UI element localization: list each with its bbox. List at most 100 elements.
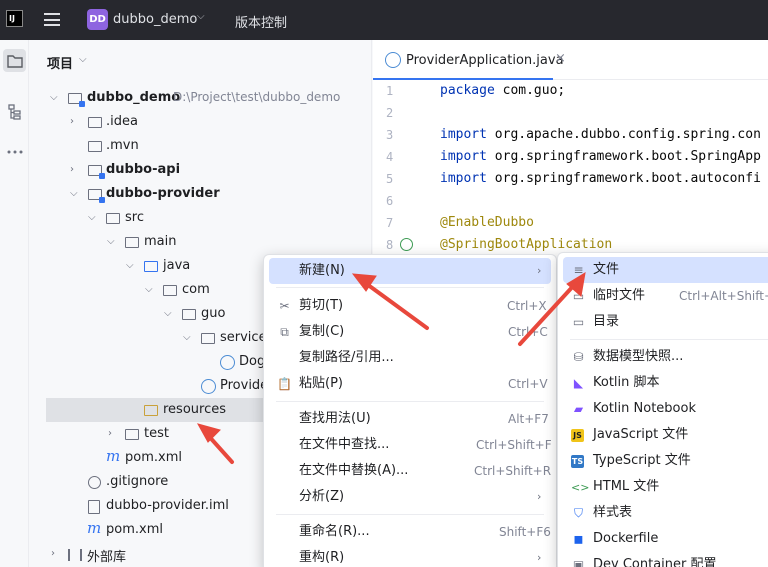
menu-item-new[interactable]: 新建(N) › <box>269 258 551 284</box>
package-icon <box>163 285 177 296</box>
menu-item-find-usages[interactable]: 查找用法(U) Alt+F7 <box>269 406 551 432</box>
menu-item-copy[interactable]: ⧉ 复制(C) Ctrl+C <box>269 319 551 345</box>
chevron-down-icon[interactable]: ⌵ <box>126 260 134 271</box>
menu-item-label: Dev Container 配置 <box>593 557 717 567</box>
spring-run-gutter-icon[interactable] <box>400 238 413 251</box>
menu-item-replace-in-files[interactable]: 在文件中替换(A)... Ctrl+Shift+R <box>269 458 551 484</box>
submenu-item-kotlin-notebook[interactable]: ▰ Kotlin Notebook <box>563 396 768 422</box>
tab-provider-application[interactable]: ProviderApplication.java <box>373 40 564 80</box>
tree-item-label[interactable]: dubbo-provider <box>106 186 220 201</box>
line-number: 2 <box>386 106 394 120</box>
tree-row-selected[interactable] <box>46 398 276 422</box>
tree-item-label[interactable]: resources <box>163 402 226 417</box>
menu-item-label: 分析(Z) <box>299 489 345 504</box>
chevron-down-icon[interactable]: ⌵ <box>197 11 205 22</box>
tree-item-label[interactable]: Dog <box>239 354 265 369</box>
chevron-down-icon[interactable]: ⌵ <box>50 92 58 103</box>
chevron-right-icon[interactable]: › <box>70 116 74 127</box>
menu-item-label: JavaScript 文件 <box>593 427 689 442</box>
submenu-item-file[interactable]: ≡ 文件 <box>563 257 768 283</box>
tree-item-label[interactable]: com <box>182 282 210 297</box>
tree-item-label[interactable]: service <box>220 330 267 345</box>
line-number: 4 <box>386 150 394 164</box>
submenu-item-directory[interactable]: ▭ 目录 <box>563 309 768 335</box>
close-icon[interactable]: × <box>555 51 566 66</box>
menu-item-analyze[interactable]: 分析(Z) › <box>269 484 551 510</box>
submenu-item-data-model[interactable]: ⛁ 数据模型快照... <box>563 344 768 370</box>
tree-item-label[interactable]: src <box>125 210 144 225</box>
class-icon <box>220 355 235 370</box>
vcs-menu[interactable]: 版本控制 <box>235 12 287 31</box>
line-number: 7 <box>386 216 394 230</box>
more-icon[interactable] <box>3 140 26 163</box>
chevron-right-icon[interactable]: › <box>108 428 112 439</box>
panel-title: 项目 <box>47 57 74 72</box>
chevron-right-icon[interactable]: › <box>51 548 55 559</box>
chevron-right-icon: › <box>537 264 542 277</box>
menu-item-label: 粘贴(P) <box>299 376 343 391</box>
menu-item-copy-path[interactable]: 复制路径/引用... <box>269 345 551 371</box>
submenu-item-dev-container[interactable]: ▣ Dev Container 配置 <box>563 552 768 567</box>
menu-item-find-in-files[interactable]: 在文件中查找... Ctrl+Shift+F <box>269 432 552 458</box>
tree-item-label[interactable]: java <box>163 258 190 273</box>
submenu-item-html[interactable]: <> HTML 文件 <box>563 474 768 500</box>
menu-item-paste[interactable]: 📋 粘贴(P) Ctrl+V <box>269 371 551 397</box>
code-line[interactable]: @SpringBootApplication <box>440 237 612 252</box>
tree-item-label[interactable]: guo <box>201 306 225 321</box>
tree-item-label[interactable]: .idea <box>106 114 138 129</box>
folder-icon <box>125 237 139 248</box>
tree-item-label[interactable]: .gitignore <box>106 474 168 489</box>
tree-item-label[interactable]: dubbo-provider.iml <box>106 498 229 513</box>
submenu-item-kotlin-script[interactable]: ◣ Kotlin 脚本 <box>563 370 768 396</box>
submenu-item-dockerfile[interactable]: ◼ Dockerfile <box>563 526 768 552</box>
code-line[interactable]: @EnableDubbo <box>440 215 534 230</box>
main-menu-icon[interactable] <box>44 13 60 26</box>
submenu-item-stylesheet[interactable]: ⛉ 样式表 <box>563 500 768 526</box>
tree-item-label[interactable]: main <box>144 234 176 249</box>
resources-folder-icon <box>144 405 158 416</box>
chevron-down-icon[interactable]: ⌵ <box>164 308 172 319</box>
project-name[interactable]: dubbo_demo <box>113 12 197 27</box>
code-token: @EnableDubbo <box>440 215 534 230</box>
project-folder-icon[interactable] <box>3 49 26 72</box>
menu-item-label: 重构(R) <box>299 550 345 565</box>
menu-item-cut[interactable]: ✂ 剪切(T) Ctrl+X <box>269 293 551 319</box>
chevron-down-icon[interactable]: ⌵ <box>183 332 191 343</box>
chevron-down-icon[interactable]: ⌵ <box>88 212 96 223</box>
chevron-right-icon: › <box>537 490 542 503</box>
chevron-down-icon[interactable]: ⌵ <box>107 236 115 247</box>
code-line[interactable]: package com.guo; <box>440 83 565 98</box>
context-menu: 新建(N) › ✂ 剪切(T) Ctrl+X ⧉ 复制(C) Ctrl+C 复制… <box>263 254 557 567</box>
tree-item-label[interactable]: .mvn <box>106 138 139 153</box>
code-line[interactable]: import org.springframework.boot.autoconf… <box>440 171 761 186</box>
menu-item-refactor[interactable]: 重构(R) › <box>269 545 551 567</box>
database-icon: ⛁ <box>573 350 584 364</box>
project-badge[interactable]: DD <box>87 9 108 30</box>
tree-item-label[interactable]: Provide <box>220 378 268 393</box>
tree-item-label[interactable]: 外部库 <box>87 546 126 565</box>
menu-item-label: 复制路径/引用... <box>299 350 394 365</box>
ide-window: IJ DD dubbo_demo ⌵ 版本控制 项目 ⌵ ⌵ dubbo_dem… <box>0 0 768 567</box>
tree-item-label[interactable]: test <box>144 426 169 441</box>
submenu-item-scratch-file[interactable]: ▭ 临时文件 Ctrl+Alt+Shift+I <box>563 283 768 309</box>
submenu-item-javascript[interactable]: JS JavaScript 文件 <box>563 422 768 448</box>
chevron-down-icon[interactable]: ⌵ <box>145 284 153 295</box>
code-line[interactable]: import org.springframework.boot.SpringAp… <box>440 149 761 164</box>
structure-icon[interactable] <box>3 100 26 123</box>
tree-item-label[interactable]: dubbo-api <box>106 162 180 177</box>
tree-item-label[interactable]: pom.xml <box>125 450 182 465</box>
source-folder-icon <box>144 261 158 272</box>
chevron-right-icon[interactable]: › <box>70 164 74 175</box>
tree-item-label[interactable]: pom.xml <box>106 522 163 537</box>
menu-item-rename[interactable]: 重命名(R)... Shift+F6 <box>269 519 551 545</box>
chevron-down-icon[interactable]: ⌵ <box>79 54 87 65</box>
submenu-item-typescript[interactable]: TS TypeScript 文件 <box>563 448 768 474</box>
code-line[interactable]: import org.apache.dubbo.config.spring.co… <box>440 127 761 142</box>
code-token: import <box>440 127 487 142</box>
chevron-down-icon[interactable]: ⌵ <box>70 188 78 199</box>
module-folder-icon <box>88 189 105 203</box>
tree-item-label[interactable]: dubbo_demo <box>87 90 180 105</box>
paste-icon: 📋 <box>277 377 292 391</box>
menu-item-label: 重命名(R)... <box>299 524 370 539</box>
line-number: 5 <box>386 172 394 186</box>
